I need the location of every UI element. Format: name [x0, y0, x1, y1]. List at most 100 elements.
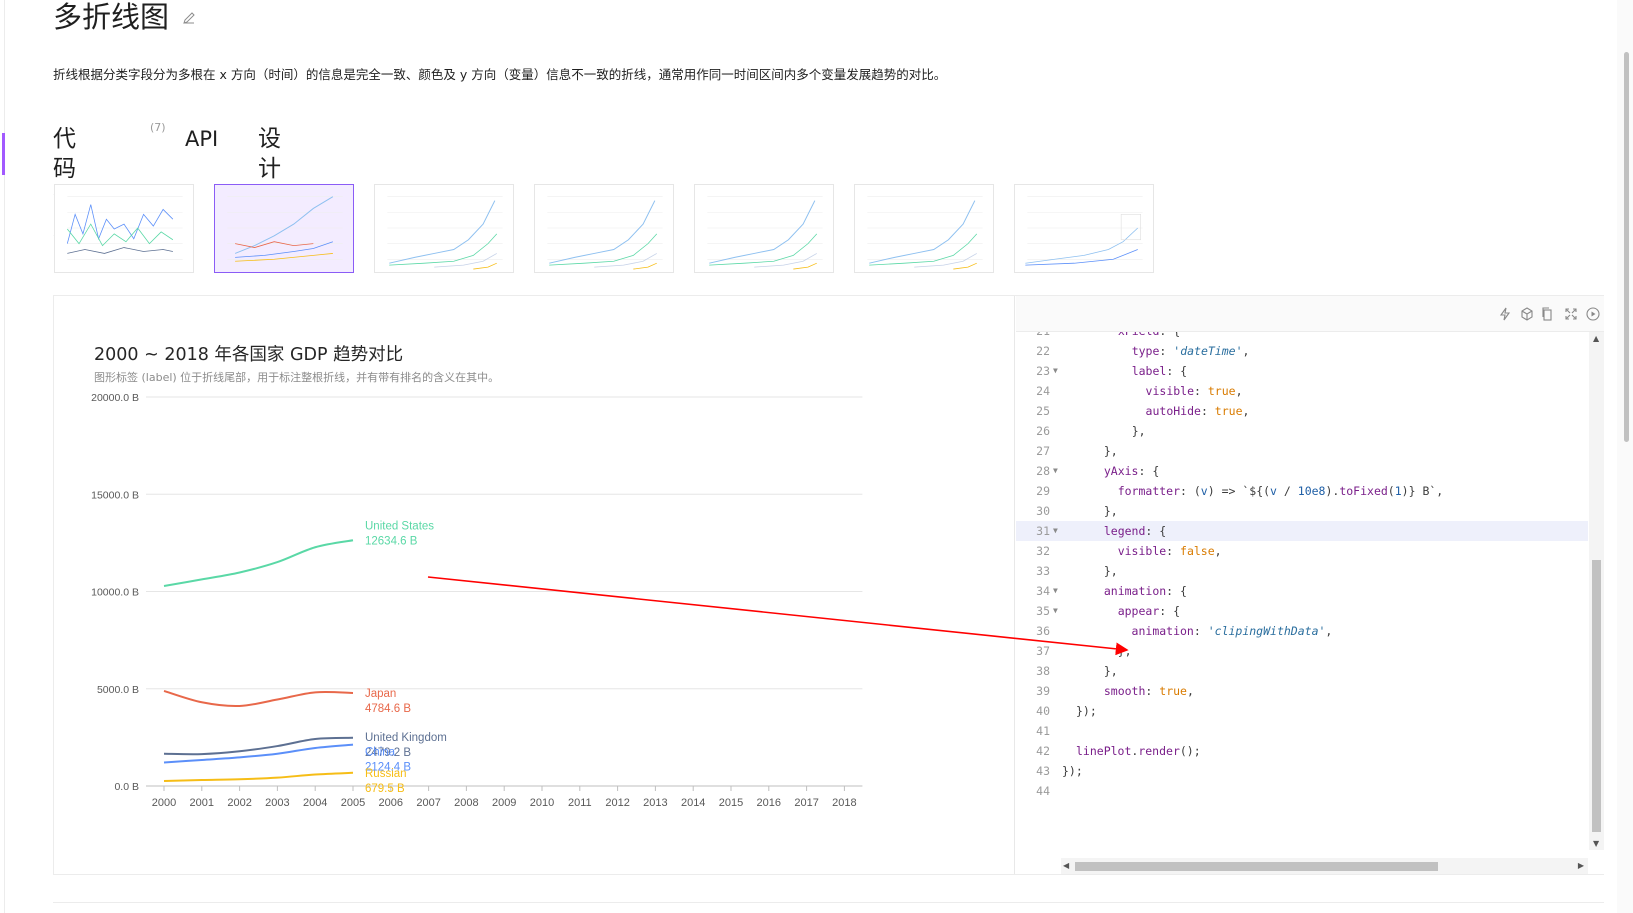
code-toolbar — [1016, 296, 1604, 332]
line-number: 30 — [1036, 504, 1050, 518]
fold-toggle-icon[interactable]: ▼ — [1053, 581, 1058, 601]
line-number: 27 — [1036, 444, 1050, 458]
fold-toggle-icon[interactable]: ▼ — [1053, 461, 1058, 481]
x-tick-label: 2003 — [265, 797, 289, 809]
code-body[interactable]: 21 xField: {22 type: 'dateTime',23▼ labe… — [1016, 332, 1588, 850]
fold-toggle-icon[interactable]: ▼ — [1053, 361, 1058, 381]
demo-thumbnail[interactable] — [534, 184, 674, 273]
code-horizontal-scrollbar-thumb[interactable] — [1075, 862, 1438, 871]
code-text: smooth: true, — [1103, 684, 1194, 698]
series-value-label: 12634.6 B — [365, 535, 418, 547]
code-line: 28 ▼ yAxis: { — [1016, 461, 1588, 481]
series-line — [163, 689, 354, 708]
code-line: 33 }, — [1016, 561, 1588, 581]
x-tick-label: 2008 — [454, 797, 478, 809]
x-tick-label: 2016 — [757, 797, 781, 809]
series-value-label: 679.5 B — [365, 783, 405, 795]
code-text: }, — [1090, 564, 1118, 578]
code-line: 34 ▼ animation: { — [1016, 581, 1588, 601]
code-text: appear: { — [1117, 604, 1181, 618]
code-text: visible: false, — [1117, 544, 1222, 558]
line-number: 41 — [1036, 724, 1050, 738]
demo-thumbnail[interactable] — [1014, 184, 1154, 273]
code-line: 26 }, — [1016, 421, 1588, 441]
play-icon[interactable] — [1586, 307, 1600, 321]
series-line — [163, 539, 354, 587]
x-tick-label: 2005 — [341, 797, 365, 809]
line-number: 32 — [1036, 544, 1050, 558]
x-tick-label: 2006 — [379, 797, 403, 809]
code-line: 43}); — [1016, 761, 1588, 781]
x-tick-label: 2002 — [227, 797, 251, 809]
code-line: 25 autoHide: true, — [1016, 401, 1588, 421]
line-number: 40 — [1036, 704, 1050, 718]
thumbnail-preview — [387, 196, 503, 270]
scroll-left-arrow[interactable]: ◀ — [1063, 861, 1069, 870]
scroll-right-arrow[interactable]: ▶ — [1578, 861, 1584, 870]
code-text: linePlot.render(); — [1076, 744, 1201, 758]
x-tick-label: 2004 — [303, 797, 327, 809]
scroll-down-arrow[interactable]: ▼ — [1593, 839, 1599, 848]
code-line: 24 visible: true, — [1016, 381, 1588, 401]
thumbnail-preview — [867, 196, 983, 270]
code-line: 21 xField: { — [1016, 332, 1588, 341]
code-vertical-scrollbar[interactable]: ▲ ▼ — [1589, 332, 1604, 850]
code-horizontal-scrollbar[interactable]: ◀ ▶ — [1061, 858, 1588, 874]
line-number: 29 — [1036, 484, 1050, 498]
line-number: 33 — [1036, 564, 1050, 578]
code-line: 44 — [1016, 781, 1588, 801]
line-number: 38 — [1036, 664, 1050, 678]
code-text: autoHide: true, — [1145, 404, 1250, 418]
x-tick-label: 2017 — [794, 797, 818, 809]
code-line: 31 ▼ legend: { — [1016, 521, 1588, 541]
series-name-label: China — [365, 747, 396, 759]
demo-thumbnail[interactable] — [214, 184, 354, 273]
demo-thumbnail[interactable] — [694, 184, 834, 273]
demo-thumbnail[interactable] — [374, 184, 514, 273]
chart-subtitle: 图形标签 (label) 位于折线尾部，用于标注整根折线，并有带有排名的含义在其… — [94, 371, 500, 384]
code-line: 37 }, — [1016, 641, 1588, 661]
scroll-up-arrow[interactable]: ▲ — [1593, 334, 1599, 343]
thumbnail-preview — [66, 196, 183, 260]
code-editor: 21 xField: {22 type: 'dateTime',23▼ labe… — [1016, 296, 1604, 874]
line-number: 44 — [1036, 784, 1050, 798]
line-number: 36 — [1036, 624, 1050, 638]
code-text: animation: { — [1103, 584, 1187, 598]
thumbnail-preview — [547, 196, 663, 270]
demo-thumbnail[interactable] — [54, 184, 194, 273]
fold-toggle-icon[interactable]: ▼ — [1053, 601, 1058, 621]
code-line: 22 type: 'dateTime', — [1016, 341, 1588, 361]
lightning-icon[interactable] — [1498, 307, 1512, 321]
code-text: visible: true, — [1145, 384, 1243, 398]
x-tick-label: 2000 — [152, 797, 176, 809]
line-number: 25 — [1036, 404, 1050, 418]
demo-thumbnail[interactable] — [854, 184, 994, 273]
chart-area: 0.0 B 5000.0 B 10000.0 B 15000.0 B 20000.0 B… — [54, 296, 1015, 874]
page-scrollbar[interactable] — [1617, 0, 1633, 913]
line-number: 42 — [1036, 744, 1050, 758]
x-tick-label: 2013 — [643, 797, 667, 809]
code-line: 23 ▼ label: { — [1016, 361, 1588, 381]
fullscreen-icon[interactable] — [1564, 307, 1578, 321]
edit-icon[interactable] — [181, 10, 197, 26]
code-line: 30 }, — [1016, 501, 1588, 521]
series-name-label: United States — [365, 520, 434, 532]
y-tick-label: 20000.0 B — [91, 392, 139, 404]
code-line: 35 ▼ appear: { — [1016, 601, 1588, 621]
fold-toggle-icon[interactable]: ▼ — [1053, 521, 1058, 541]
page-scrollbar-thumb[interactable] — [1624, 52, 1629, 442]
copy-icon[interactable] — [1540, 307, 1554, 321]
code-text: label: { — [1131, 364, 1188, 378]
line-number: 22 — [1036, 344, 1050, 358]
code-vertical-scrollbar-thumb[interactable] — [1592, 560, 1601, 832]
code-line: 32 visible: false, — [1016, 541, 1588, 561]
code-line: 29 formatter: (v) => `${(v / 10e8).toFix… — [1016, 481, 1588, 501]
cube-icon[interactable] — [1520, 307, 1534, 321]
code-line: 36 animation: 'clipingWithData', — [1016, 621, 1588, 641]
x-tick-label: 2015 — [719, 797, 743, 809]
code-line: 41 — [1016, 721, 1588, 741]
thumbnail-preview — [707, 196, 823, 270]
tab-api[interactable]: API — [185, 124, 218, 154]
line-number: 21 — [1016, 332, 1058, 341]
line-number: 26 — [1036, 424, 1050, 438]
